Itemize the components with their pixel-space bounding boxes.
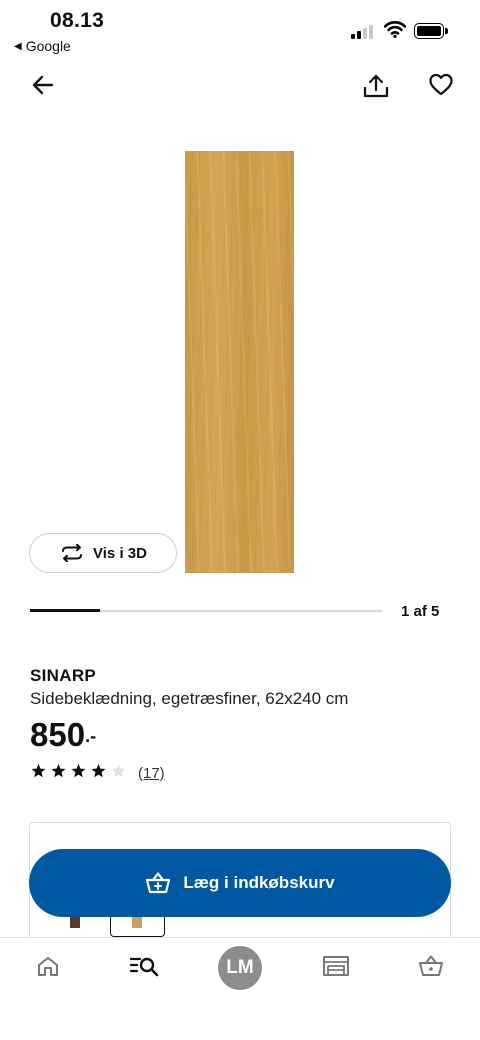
wifi-icon [383,20,407,43]
add-to-cart-button[interactable]: Læg i indkøbskurv [29,849,451,917]
star-filled-icon [50,763,67,784]
basket-icon[interactable] [418,954,444,983]
rotate-3d-icon [62,544,83,562]
product-name: SINARP [30,666,97,685]
star-filled-icon [30,763,47,784]
rating-row[interactable]: (17) [30,763,165,784]
store-icon[interactable] [322,954,350,983]
star-empty-icon [110,763,127,784]
gallery-page-counter: 1 af 5 [401,603,440,620]
avatar[interactable]: LM [218,946,262,990]
view-3d-label: Vis i 3D [93,544,147,562]
share-icon[interactable] [362,72,390,105]
home-icon[interactable] [36,954,60,983]
back-app-label: Google [25,38,71,54]
favorite-heart-icon[interactable] [428,72,454,103]
status-time: 08.13 [50,9,105,32]
gallery-progress-bar [30,609,382,612]
basket-plus-icon [146,872,171,894]
battery-icon [414,23,448,39]
product-image[interactable] [185,151,294,573]
product-description: Sidebeklædning, egetræsfiner, 62x240 cm [30,689,349,708]
avatar-initials: LM [226,957,254,978]
price-value: 850 [30,716,86,753]
bottom-tab-bar: LM [0,937,480,1040]
back-arrow-icon[interactable] [30,72,56,103]
star-filled-icon [90,763,107,784]
cellular-signal-icon [351,24,373,39]
view-3d-button[interactable]: Vis i 3D [29,533,177,573]
star-filled-icon [70,763,87,784]
back-triangle-icon: ◀ [14,40,22,52]
review-count-link[interactable]: (17) [138,765,165,782]
gallery-progress-fill [30,609,101,612]
product-price: 850 .- [30,716,96,754]
add-to-cart-label: Læg i indkøbskurv [183,873,335,892]
search-list-icon[interactable] [129,954,160,983]
price-suffix: .- [85,726,97,746]
rating-stars [30,763,127,784]
back-to-app-link[interactable]: ◀ Google [14,38,71,54]
